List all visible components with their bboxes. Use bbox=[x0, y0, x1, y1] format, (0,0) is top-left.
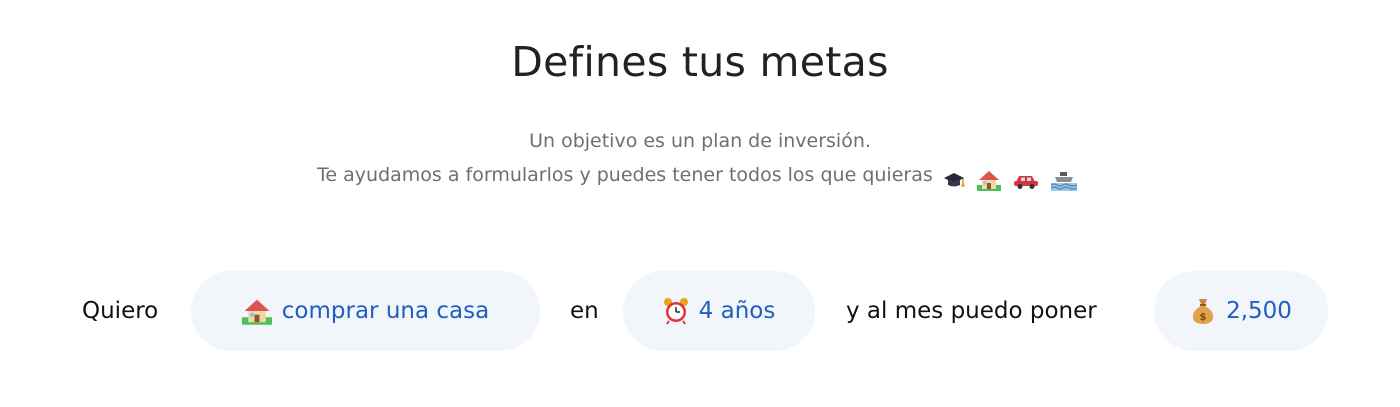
boat-icon bbox=[1050, 171, 1077, 191]
middle-text: y al mes puedo poner bbox=[846, 298, 1097, 324]
amount-selector[interactable]: $ 2,500 bbox=[1154, 271, 1328, 351]
subtitle-line-2: Te ayudamos a formularlos y puedes tener… bbox=[317, 164, 933, 186]
goal-selector[interactable]: comprar una casa bbox=[191, 271, 540, 351]
page-subtitle: Un objetivo es un plan de inversión. Te … bbox=[0, 124, 1400, 196]
prefix-text: Quiero bbox=[82, 298, 159, 324]
goal-sentence: Quiero comprar una casa en 4 años y al m… bbox=[0, 271, 1400, 351]
car-icon bbox=[1013, 175, 1038, 189]
time-selector[interactable]: 4 años bbox=[623, 271, 815, 351]
amount-value: 2,500 bbox=[1226, 298, 1292, 324]
svg-text:$: $ bbox=[1200, 312, 1207, 323]
alarm-clock-icon bbox=[663, 298, 688, 325]
subtitle-line-2-wrap: Te ayudamos a formularlos y puedes tener… bbox=[0, 158, 1400, 196]
graduation-cap-icon bbox=[943, 172, 965, 187]
house-icon bbox=[241, 299, 272, 325]
house-icon bbox=[976, 170, 1001, 191]
goal-value: comprar una casa bbox=[281, 298, 490, 324]
time-value: 4 años bbox=[698, 298, 776, 324]
page-title: Defines tus metas bbox=[511, 38, 889, 86]
money-bag-icon: $ bbox=[1192, 299, 1214, 324]
emoji-row bbox=[943, 162, 1083, 196]
connector-text: en bbox=[570, 298, 599, 324]
subtitle-line-1: Un objetivo es un plan de inversión. bbox=[529, 130, 871, 152]
